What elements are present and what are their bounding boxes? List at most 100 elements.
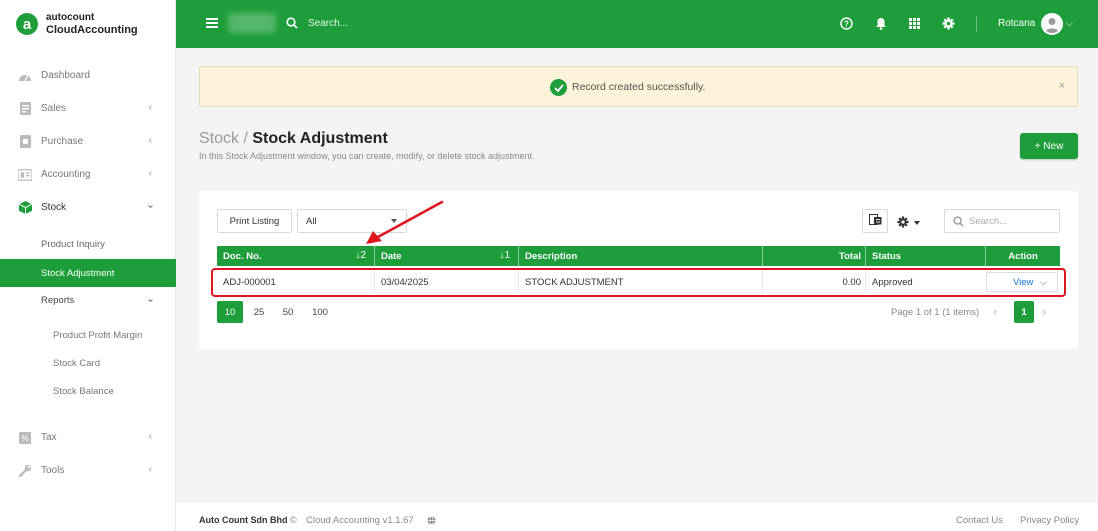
page-button-current[interactable]: 1 — [1014, 301, 1034, 323]
dashboard-icon — [18, 69, 32, 83]
sidebar-item-purchase[interactable]: Purchase ‹ — [0, 125, 176, 158]
caret-down-icon — [914, 221, 920, 225]
page-size-selector: 10 25 50 100 — [217, 301, 339, 323]
chevron-left-icon[interactable]: ‹ — [993, 304, 997, 319]
sidebar-item-tools[interactable]: Tools ‹ — [0, 454, 176, 487]
sidebar-item-stock-adjustment[interactable]: Stock Adjustment — [0, 259, 176, 287]
sidebar-item-label: Stock Adjustment — [41, 267, 115, 279]
search-icon — [953, 216, 964, 230]
column-header-description[interactable]: Description — [519, 246, 763, 266]
sidebar-item-label: Tools — [41, 465, 65, 476]
column-header-action: Action — [1008, 250, 1038, 262]
sort-desc-icon: ↓2 — [355, 250, 366, 261]
page-size-50[interactable]: 50 — [275, 301, 301, 323]
footer: Auto Count Sdn Bhd © Cloud Accounting v1… — [176, 503, 1098, 531]
chevron-left-icon: ‹ — [148, 135, 152, 146]
sidebar-item-accounting[interactable]: Accounting ‹ — [0, 158, 176, 191]
sidebar-item-sales[interactable]: Sales ‹ — [0, 92, 176, 125]
grid-search-input[interactable]: Search... — [944, 209, 1060, 233]
user-name[interactable]: Rotcana — [998, 18, 1035, 29]
chevron-left-icon: ‹ — [148, 102, 152, 113]
company-selector[interactable] — [228, 13, 276, 33]
sidebar-item-reports[interactable]: Reports ‹ — [0, 286, 176, 314]
sidebar-item-product-inquiry[interactable]: Product Inquiry — [0, 230, 176, 258]
gear-icon — [897, 215, 909, 231]
status-filter-select[interactable]: All — [297, 209, 407, 233]
sidebar-item-label: Dashboard — [41, 70, 90, 81]
sidebar-item-dashboard[interactable]: Dashboard — [0, 59, 176, 92]
brand-top-text: autocount — [46, 12, 95, 23]
sidebar-item-label: Stock — [41, 202, 67, 213]
page-size-100[interactable]: 100 — [304, 301, 336, 323]
chevron-left-icon: ‹ — [148, 464, 152, 475]
column-header-total[interactable]: Total — [763, 246, 866, 266]
bell-icon[interactable] — [874, 16, 888, 30]
success-alert: Record created successfully. × — [199, 66, 1078, 107]
page-info: Page 1 of 1 (1 items) — [891, 307, 980, 318]
autocount-logo: a — [16, 13, 38, 35]
chevron-right-icon[interactable]: › — [1042, 304, 1046, 319]
gear-icon[interactable] — [941, 16, 955, 30]
column-header-doc-no[interactable]: Doc. No. ↓2 — [217, 246, 375, 266]
listing-card: Print Listing All Search... Doc. No. ↓2 … — [199, 191, 1078, 349]
column-header-status[interactable]: Status — [866, 246, 986, 266]
sidebar-item-label: Stock Card — [53, 357, 100, 369]
sidebar-item-stock-balance[interactable]: Stock Balance — [0, 377, 176, 405]
sidebar-item-tax[interactable]: % Tax ‹ — [0, 421, 176, 454]
sidebar-item-stock-card[interactable]: Stock Card — [0, 349, 176, 377]
sidebar-item-label: Sales — [41, 103, 67, 114]
wrench-icon — [18, 464, 32, 478]
sidebar-item-stock[interactable]: Stock ‹ — [0, 191, 176, 224]
page-size-25[interactable]: 25 — [246, 301, 272, 323]
sort-desc-icon: ↓1 — [499, 250, 510, 261]
privacy-policy-link[interactable]: Privacy Policy — [1020, 515, 1079, 526]
footer-company: Auto Count Sdn Bhd © — [199, 515, 297, 525]
column-chooser-button[interactable] — [862, 209, 888, 233]
check-circle-icon — [550, 79, 567, 96]
filter-value: All — [306, 215, 317, 227]
chevron-left-icon: ‹ — [148, 168, 152, 179]
row-highlight-annotation — [211, 268, 1066, 297]
close-icon[interactable]: × — [1059, 80, 1065, 92]
sidebar-item-label: Accounting — [41, 169, 91, 180]
sidebar-item-label: Product Inquiry — [41, 238, 105, 250]
svg-text:%: % — [21, 434, 28, 443]
globe-icon[interactable] — [427, 516, 436, 528]
print-listing-button[interactable]: Print Listing — [217, 209, 292, 233]
top-bar: Search... ? Rotcana ⌵ — [176, 0, 1098, 48]
sidebar-item-label: Stock Balance — [53, 385, 114, 397]
chevron-left-icon: ‹ — [148, 431, 152, 442]
accounting-icon — [18, 168, 32, 182]
breadcrumb-stock[interactable]: Stock — [199, 130, 239, 147]
table-row[interactable]: ADJ-000001 03/04/2025 STOCK ADJUSTMENT 0… — [211, 268, 1066, 297]
apps-grid-icon[interactable] — [907, 16, 921, 30]
grid-search-placeholder: Search... — [969, 215, 1008, 227]
grid-settings-button[interactable] — [897, 211, 927, 235]
table-header: Doc. No. ↓2 Date ↓1 Description Total St… — [217, 246, 1060, 266]
user-avatar[interactable] — [1041, 13, 1063, 35]
alert-message: Record created successfully. — [572, 81, 706, 93]
tax-icon: % — [18, 431, 32, 445]
page-size-10[interactable]: 10 — [217, 301, 243, 323]
sidebar-item-label: Tax — [41, 432, 57, 443]
column-chooser-icon — [868, 214, 882, 228]
help-icon[interactable]: ? — [839, 16, 853, 30]
search-icon[interactable] — [286, 17, 298, 32]
sidebar-item-product-profit-margin[interactable]: Product Profit Margin — [0, 321, 176, 349]
breadcrumb-separator: / — [239, 130, 253, 147]
brand[interactable]: a autocount CloudAccounting — [0, 0, 175, 48]
stock-icon — [18, 201, 32, 215]
page-title-text: Stock Adjustment — [252, 130, 388, 147]
sidebar: a autocount CloudAccounting Dashboard Sa… — [0, 0, 176, 531]
chevron-down-icon[interactable]: ⌵ — [1066, 18, 1073, 29]
page-title: Stock / Stock Adjustment — [199, 130, 388, 148]
sidebar-item-label: Reports — [41, 294, 75, 306]
new-button[interactable]: + New — [1020, 133, 1078, 159]
chevron-down-icon: ‹ — [144, 298, 156, 303]
global-search-input[interactable]: Search... — [308, 18, 348, 29]
sidebar-item-label: Product Profit Margin — [53, 329, 143, 341]
menu-icon[interactable] — [206, 18, 218, 28]
caret-down-icon — [391, 219, 397, 223]
contact-us-link[interactable]: Contact Us — [956, 515, 1003, 526]
column-header-date[interactable]: Date ↓1 — [375, 246, 519, 266]
